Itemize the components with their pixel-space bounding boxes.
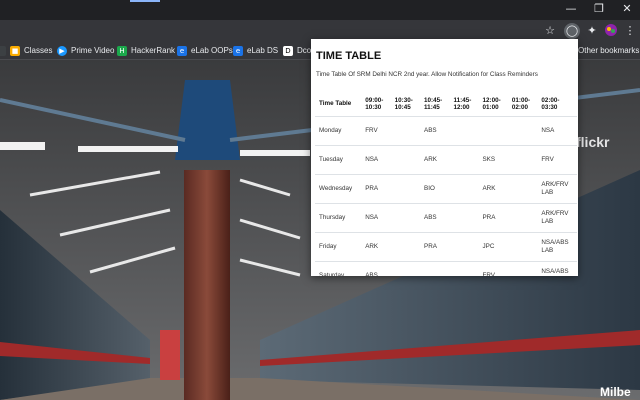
timeslot-header: 02:00- 03:30 — [541, 96, 560, 111]
timetable: Time Table 09:00- 10:30 10:30- 10:45 10:45- 11… — [315, 91, 577, 276]
class-cell — [507, 232, 538, 262]
bookmark-label: Prime Video — [71, 46, 115, 55]
kebab-menu-icon[interactable]: ⋮ — [622, 23, 638, 39]
table-row: Thursday NSA ABS PRA ARK/FRV LAB — [315, 203, 577, 233]
hackerrank-icon: H — [117, 45, 127, 56]
dcoder-icon: D — [283, 45, 293, 56]
active-tab-indicator[interactable] — [130, 0, 160, 2]
circle-extension-icon[interactable]: ◯ — [564, 23, 580, 39]
day-label: Friday — [315, 232, 362, 262]
bookmark-label: Classes — [24, 46, 53, 55]
table-row: SaturdayABS FRV NSA/ABSLAB — [315, 261, 577, 276]
class-cell — [449, 261, 479, 276]
other-bookmarks-label: Other bookmarks — [578, 46, 640, 55]
elab-icon: e — [177, 45, 187, 56]
class-cell — [390, 145, 421, 175]
class-cell: ARK — [478, 174, 508, 204]
class-cell — [449, 232, 479, 262]
class-cell: ARK/FRV LAB — [537, 174, 577, 204]
extension-popup: TIME TABLE Time Table Of SRM Delhi NCR 2… — [311, 39, 578, 276]
class-cell: NSA — [537, 116, 577, 146]
class-cell: PRA — [478, 203, 508, 233]
class-cell — [449, 174, 479, 204]
class-cell: FRV — [361, 116, 391, 146]
class-cell — [507, 145, 538, 175]
day-label: Wednesday — [315, 174, 362, 204]
day-label: Saturday — [315, 261, 362, 276]
chevron-icon — [0, 45, 6, 56]
class-cell: PRA — [420, 232, 450, 262]
class-cell — [507, 116, 538, 146]
timetable-body: Monday FRV ABS NSA Tuesday NSA ARK SKS FRV Wednes… — [315, 116, 577, 276]
timeslot-header: 09:00- 10:30 — [365, 96, 384, 111]
timetable-header-row: Time Table 09:00- 10:30 10:30- 10:45 10:45- 11… — [315, 91, 577, 117]
class-cell — [449, 145, 479, 175]
table-row: Wednesday PRA BIO ARK ARK/FRV LAB — [315, 174, 577, 204]
class-cell — [449, 203, 479, 233]
class-cell — [390, 261, 421, 276]
table-row: Tuesday NSA ARK SKS FRV — [315, 145, 577, 175]
class-cell: ABS — [420, 203, 450, 233]
class-cell: ABS — [361, 261, 391, 276]
class-cell: NSA/ABSLAB — [537, 232, 577, 262]
bookmark-elab-oops[interactable]: e eLab OOPs — [177, 43, 233, 58]
elab-icon: e — [233, 45, 243, 56]
class-cell — [507, 261, 538, 276]
bookmark-label: eLab OOPs — [191, 46, 233, 55]
class-cell — [478, 116, 508, 146]
class-cell: ARK/FRV LAB — [537, 203, 577, 233]
bookmark-hackerrank[interactable]: H HackerRank — [117, 43, 175, 58]
class-cell — [507, 174, 538, 204]
timeslot-header: 10:45- 11:45 — [424, 96, 443, 111]
class-cell: FRV — [537, 145, 577, 175]
timeslot-header: 12:00- 01:00 — [482, 96, 501, 111]
table-row: Friday ARK PRA JPC NSA/ABS LAB — [315, 232, 577, 262]
popup-description: Time Table Of SRM Delhi NCR 2nd year. Al… — [316, 71, 538, 78]
day-label: Thursday — [315, 203, 362, 233]
class-cell: PRA — [361, 174, 391, 204]
timeslot-header: 10:30- 10:45 — [394, 96, 413, 111]
avatar[interactable] — [603, 23, 619, 39]
star-outline-icon[interactable]: ☆ — [542, 23, 558, 39]
bookmark-elab-ds[interactable]: e eLab DS — [233, 43, 278, 58]
timetable-corner-header: Time Table — [319, 100, 352, 107]
bookmark-prime-video[interactable]: ▶ Prime Video — [57, 43, 114, 58]
class-cell: ARK — [361, 232, 391, 262]
bookmark-label: eLab DS — [247, 46, 279, 55]
popup-title: TIME TABLE — [316, 50, 382, 62]
class-cell: JPC — [478, 232, 508, 262]
other-bookmarks[interactable]: Other bookmarks — [578, 43, 639, 58]
tab-strip: — ❐ ✕ — [0, 0, 640, 20]
flickr-watermark: flickr — [576, 134, 610, 150]
class-cell: NSA — [361, 145, 391, 175]
class-cell — [390, 232, 421, 262]
class-cell — [390, 203, 421, 233]
class-cell: ARK — [420, 145, 450, 175]
play-circle-icon: ▶ — [57, 45, 67, 56]
class-cell — [449, 116, 479, 146]
bookmark-classes[interactable]: ■ Classes — [0, 43, 52, 58]
close-icon[interactable]: ✕ — [616, 1, 638, 17]
class-cell — [390, 174, 421, 204]
restore-icon[interactable]: ❐ — [588, 1, 610, 17]
google-classroom-icon: ■ — [10, 45, 20, 56]
day-label: Monday — [315, 116, 362, 146]
day-label: Tuesday — [315, 145, 362, 175]
class-cell: ABS — [420, 116, 450, 146]
class-cell — [420, 261, 450, 276]
class-cell: BIO — [420, 174, 450, 204]
table-row: Monday FRV ABS NSA — [315, 116, 577, 146]
minimize-icon[interactable]: — — [560, 1, 582, 17]
class-cell: NSA — [361, 203, 391, 233]
timeslot-header: 11:45- 12:00 — [453, 96, 472, 111]
bookmark-label: HackerRank — [131, 46, 176, 55]
class-cell: FRV — [478, 261, 508, 276]
class-cell: NSA/ABSLAB — [537, 261, 577, 276]
class-cell — [390, 116, 421, 146]
class-cell: SKS — [478, 145, 508, 175]
class-cell — [507, 203, 538, 233]
timeslot-header: 01:00- 02:00 — [511, 96, 531, 111]
puzzle-icon[interactable]: ✦ — [584, 23, 600, 39]
station-sign: Milbe — [600, 385, 631, 399]
